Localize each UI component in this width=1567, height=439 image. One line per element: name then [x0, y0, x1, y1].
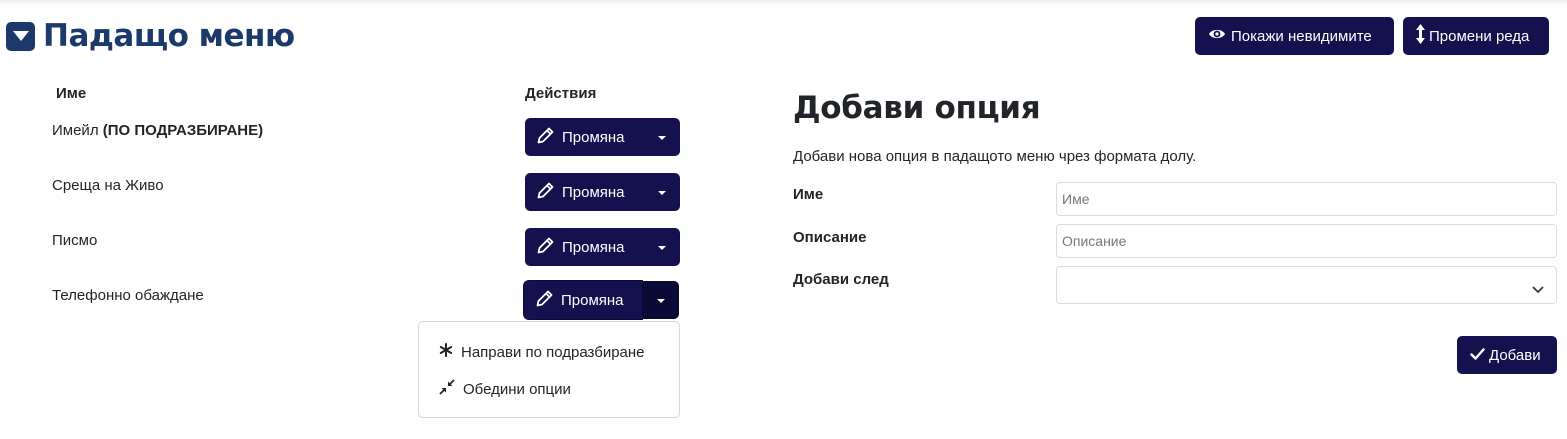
- pencil-icon: [537, 182, 554, 203]
- show-hidden-button[interactable]: Покажи невидимите: [1195, 17, 1394, 55]
- name-label: Име: [793, 186, 824, 203]
- name-input[interactable]: [1056, 182, 1557, 216]
- row-action-split-button: Промяна: [525, 173, 680, 211]
- table-row-name: Имейл (ПО ПОДРАЗБИРАНЕ): [52, 122, 263, 139]
- caret-down-icon: [657, 128, 667, 146]
- menu-item-label: Направи по подразбиране: [461, 343, 645, 361]
- edit-button[interactable]: Промяна: [525, 118, 643, 156]
- column-header-name: Име: [56, 85, 87, 102]
- form-title: Добави опция: [793, 90, 1041, 126]
- menu-item-label: Обедини опции: [463, 380, 571, 398]
- add-after-select[interactable]: [1056, 266, 1557, 304]
- dropdown-toggle[interactable]: [642, 281, 679, 319]
- dropdown-toggle[interactable]: [643, 118, 680, 156]
- description-input[interactable]: [1056, 224, 1557, 258]
- edit-label: Промяна: [562, 183, 625, 201]
- reorder-button[interactable]: Промени реда: [1403, 17, 1549, 55]
- page-title: Падащо меню: [6, 14, 295, 58]
- edit-button[interactable]: Промяна: [525, 173, 643, 211]
- show-hidden-label: Покажи невидимите: [1231, 27, 1372, 45]
- menu-item-make-default[interactable]: Направи по подразбиране: [439, 343, 645, 361]
- add-after-label: Добави след: [793, 271, 889, 288]
- caret-down-icon: [656, 291, 666, 309]
- eye-icon: [1208, 27, 1226, 45]
- column-header-actions: Действия: [525, 85, 597, 102]
- menu-item-merge-options[interactable]: Обедини опции: [439, 379, 571, 399]
- row-actions-dropdown-menu: Направи по подразбиране Обедини опции: [418, 321, 680, 418]
- form-description: Добави нова опция в падащото меню чрез ф…: [793, 148, 1197, 165]
- caret-down-icon: [657, 183, 667, 201]
- asterisk-icon: [439, 343, 453, 361]
- description-label: Описание: [793, 229, 867, 246]
- page-title-text: Падащо меню: [43, 18, 295, 54]
- caret-down-icon: [657, 238, 667, 256]
- option-name: Телефонно обаждане: [52, 287, 204, 304]
- table-row-name: Среща на Живо: [52, 177, 164, 194]
- add-button[interactable]: Добави: [1457, 336, 1557, 374]
- table-row-name: Писмо: [52, 232, 97, 249]
- pencil-icon: [536, 290, 553, 311]
- pencil-icon: [537, 127, 554, 148]
- chevron-down-icon: [1532, 281, 1544, 299]
- top-shadow: [0, 0, 1567, 6]
- reorder-label: Промени реда: [1429, 27, 1530, 45]
- check-icon: [1470, 347, 1485, 364]
- default-tag: (ПО ПОДРАЗБИРАНЕ): [102, 122, 264, 139]
- edit-label: Промяна: [562, 128, 625, 146]
- edit-label: Промяна: [561, 291, 624, 309]
- row-action-split-button: Промяна: [524, 281, 679, 319]
- edit-button[interactable]: Промяна: [525, 228, 643, 266]
- edit-label: Промяна: [562, 238, 625, 256]
- arrows-vertical-icon: [1416, 24, 1425, 48]
- add-label: Добави: [1489, 346, 1541, 364]
- row-action-split-button: Промяна: [525, 228, 680, 266]
- dropdown-toggle[interactable]: [643, 173, 680, 211]
- compress-icon: [439, 379, 455, 399]
- option-name: Имейл: [52, 122, 99, 139]
- option-name: Писмо: [52, 232, 98, 249]
- pencil-icon: [537, 237, 554, 258]
- dropdown-toggle[interactable]: [643, 228, 680, 266]
- caret-square-down-icon: [6, 21, 35, 51]
- edit-button[interactable]: Промяна: [524, 281, 642, 319]
- table-row-name: Телефонно обаждане: [52, 287, 204, 304]
- option-name: Среща на Живо: [52, 177, 164, 194]
- row-action-split-button: Промяна: [525, 118, 680, 156]
